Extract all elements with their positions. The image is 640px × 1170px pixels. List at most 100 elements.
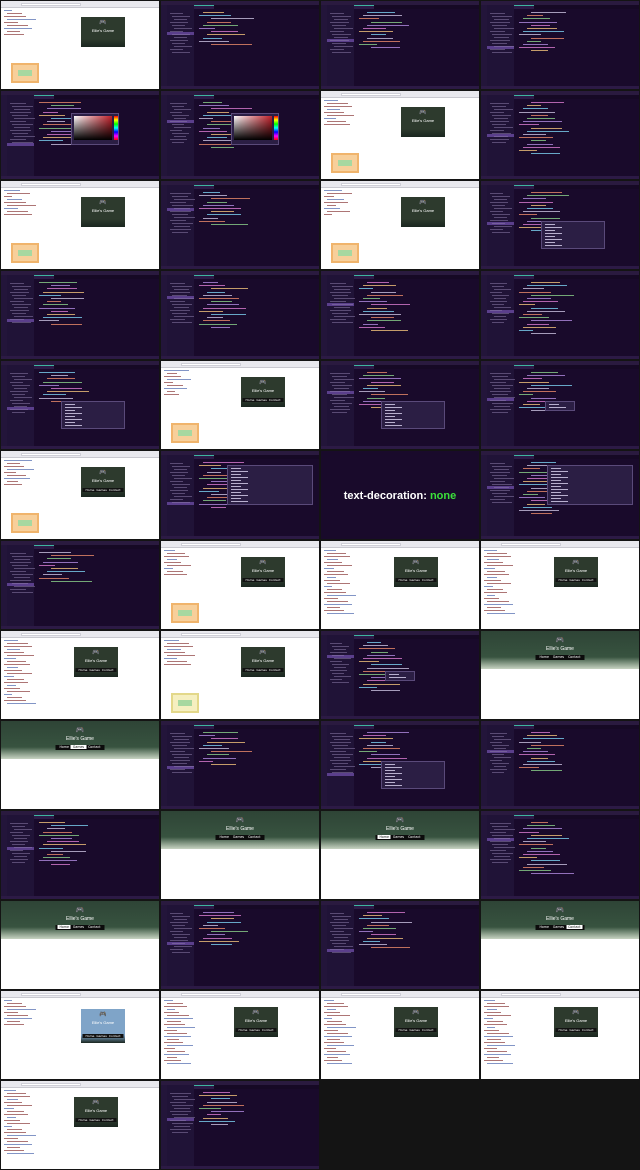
explorer-tree-item[interactable]: [330, 391, 350, 392]
suggestion-item[interactable]: [231, 489, 248, 490]
explorer-tree-item[interactable]: [332, 943, 346, 944]
suggestion-item[interactable]: [385, 416, 395, 417]
nav-link[interactable]: Home: [377, 835, 391, 839]
devtools-panel[interactable]: [4, 1090, 44, 1167]
explorer-tree-item[interactable]: [170, 103, 187, 104]
suggestion-item[interactable]: [385, 773, 402, 774]
explorer-tree-item[interactable]: [10, 310, 29, 311]
explorer-tree-item[interactable]: [490, 22, 510, 23]
nav-link[interactable]: Games: [95, 488, 108, 492]
explorer-tree-item[interactable]: [332, 25, 346, 26]
nav-link[interactable]: Games: [231, 835, 246, 839]
explorer-tree-item[interactable]: [14, 559, 30, 560]
nav-link[interactable]: Contact: [566, 655, 582, 659]
nav-link[interactable]: Home: [84, 488, 95, 492]
explorer-tree-item[interactable]: [334, 307, 350, 308]
explorer-tree-item[interactable]: [492, 853, 513, 854]
explorer-tree-item[interactable]: [330, 292, 351, 293]
explorer-tree-item[interactable]: [14, 856, 27, 857]
explorer-tree-item[interactable]: [330, 733, 346, 734]
suggestion-item[interactable]: [231, 501, 248, 502]
explorer-tree-item[interactable]: [330, 643, 342, 644]
explorer-tree-item[interactable]: [490, 310, 502, 311]
editor-tab[interactable]: [354, 725, 374, 729]
explorer-tree-item[interactable]: [170, 319, 185, 320]
explorer-tree-item[interactable]: [330, 49, 344, 50]
explorer-tree-item[interactable]: [492, 133, 511, 134]
suggestion-item[interactable]: [385, 767, 402, 768]
editor-tab[interactable]: [194, 95, 214, 99]
suggestion-item[interactable]: [551, 468, 561, 469]
nav-link[interactable]: Games: [255, 578, 268, 582]
explorer-tree-item[interactable]: [334, 388, 349, 389]
explorer-tree-item[interactable]: [10, 571, 26, 572]
explorer-tree-item[interactable]: [492, 115, 511, 116]
explorer-tree-item[interactable]: [490, 202, 508, 203]
explorer-tree-item[interactable]: [14, 829, 32, 830]
explorer-tree-item[interactable]: [490, 409, 511, 410]
explorer-tree-item[interactable]: [172, 16, 190, 17]
address-bar[interactable]: [501, 993, 561, 996]
suggestion-item[interactable]: [545, 242, 555, 243]
suggestion-item[interactable]: [231, 483, 248, 484]
explorer-tree-item[interactable]: [14, 127, 30, 128]
explorer-tree-item[interactable]: [332, 664, 349, 665]
editor-tab[interactable]: [194, 185, 214, 189]
explorer-tree-item[interactable]: [174, 199, 195, 200]
explorer-tree-item[interactable]: [330, 13, 344, 14]
explorer-tree-item[interactable]: [492, 16, 512, 17]
explorer-tree-item[interactable]: [10, 301, 24, 302]
suggestion-item[interactable]: [231, 480, 241, 481]
suggestion-item[interactable]: [231, 495, 248, 496]
devtools-panel[interactable]: [4, 1000, 44, 1077]
explorer-tree-item[interactable]: [170, 922, 188, 923]
explorer-tree-item[interactable]: [170, 742, 190, 743]
explorer-tree-item[interactable]: [332, 916, 351, 917]
explorer-selected-file[interactable]: [7, 143, 34, 146]
explorer-tree-item[interactable]: [170, 22, 188, 23]
nav-link[interactable]: Contact: [268, 668, 282, 672]
explorer-tree-item[interactable]: [170, 13, 183, 14]
suggestion-item[interactable]: [551, 477, 568, 478]
explorer-tree-item[interactable]: [170, 220, 186, 221]
nav-link[interactable]: Games: [255, 398, 268, 402]
explorer-tree-item[interactable]: [330, 913, 344, 914]
nav-link[interactable]: Contact: [108, 1034, 122, 1038]
explorer-tree-item[interactable]: [172, 466, 190, 467]
code-area[interactable]: [519, 822, 637, 894]
explorer-tree-item[interactable]: [14, 298, 33, 299]
explorer-tree-item[interactable]: [332, 763, 348, 764]
suggestion-item[interactable]: [231, 477, 248, 478]
explorer-tree-item[interactable]: [10, 121, 26, 122]
suggestion-item[interactable]: [545, 245, 562, 246]
nav-link[interactable]: Contact: [268, 578, 282, 582]
explorer-tree-item[interactable]: [12, 322, 31, 323]
explorer-tree-item[interactable]: [494, 838, 510, 839]
explorer-tree-item[interactable]: [170, 1093, 191, 1094]
explorer-tree-item[interactable]: [492, 223, 505, 224]
explorer-tree-item[interactable]: [334, 946, 353, 947]
explorer-tree-item[interactable]: [334, 298, 355, 299]
explorer-tree-item[interactable]: [172, 223, 193, 224]
explorer-tree-item[interactable]: [174, 316, 194, 317]
nav-link[interactable]: Games: [88, 1118, 101, 1122]
code-area[interactable]: [199, 192, 317, 264]
explorer-tree-item[interactable]: [14, 568, 35, 569]
explorer-tree-item[interactable]: [334, 46, 353, 47]
explorer-tree-item[interactable]: [170, 751, 185, 752]
explorer-tree-item[interactable]: [492, 232, 510, 233]
suggestion-item[interactable]: [385, 410, 395, 411]
explorer-tree-item[interactable]: [330, 661, 342, 662]
autocomplete-popup[interactable]: [545, 401, 575, 411]
explorer-tree-item[interactable]: [494, 469, 509, 470]
explorer-tree-item[interactable]: [334, 397, 354, 398]
explorer-tree-item[interactable]: [172, 322, 192, 323]
explorer-tree-item[interactable]: [494, 316, 506, 317]
explorer-tree-item[interactable]: [490, 373, 511, 374]
explorer-tree-item[interactable]: [490, 859, 511, 860]
nav-link[interactable]: Home: [84, 1034, 95, 1038]
explorer-tree-item[interactable]: [170, 760, 190, 761]
explorer-tree-item[interactable]: [334, 289, 350, 290]
explorer-tree-item[interactable]: [174, 478, 192, 479]
explorer-tree-item[interactable]: [334, 379, 354, 380]
